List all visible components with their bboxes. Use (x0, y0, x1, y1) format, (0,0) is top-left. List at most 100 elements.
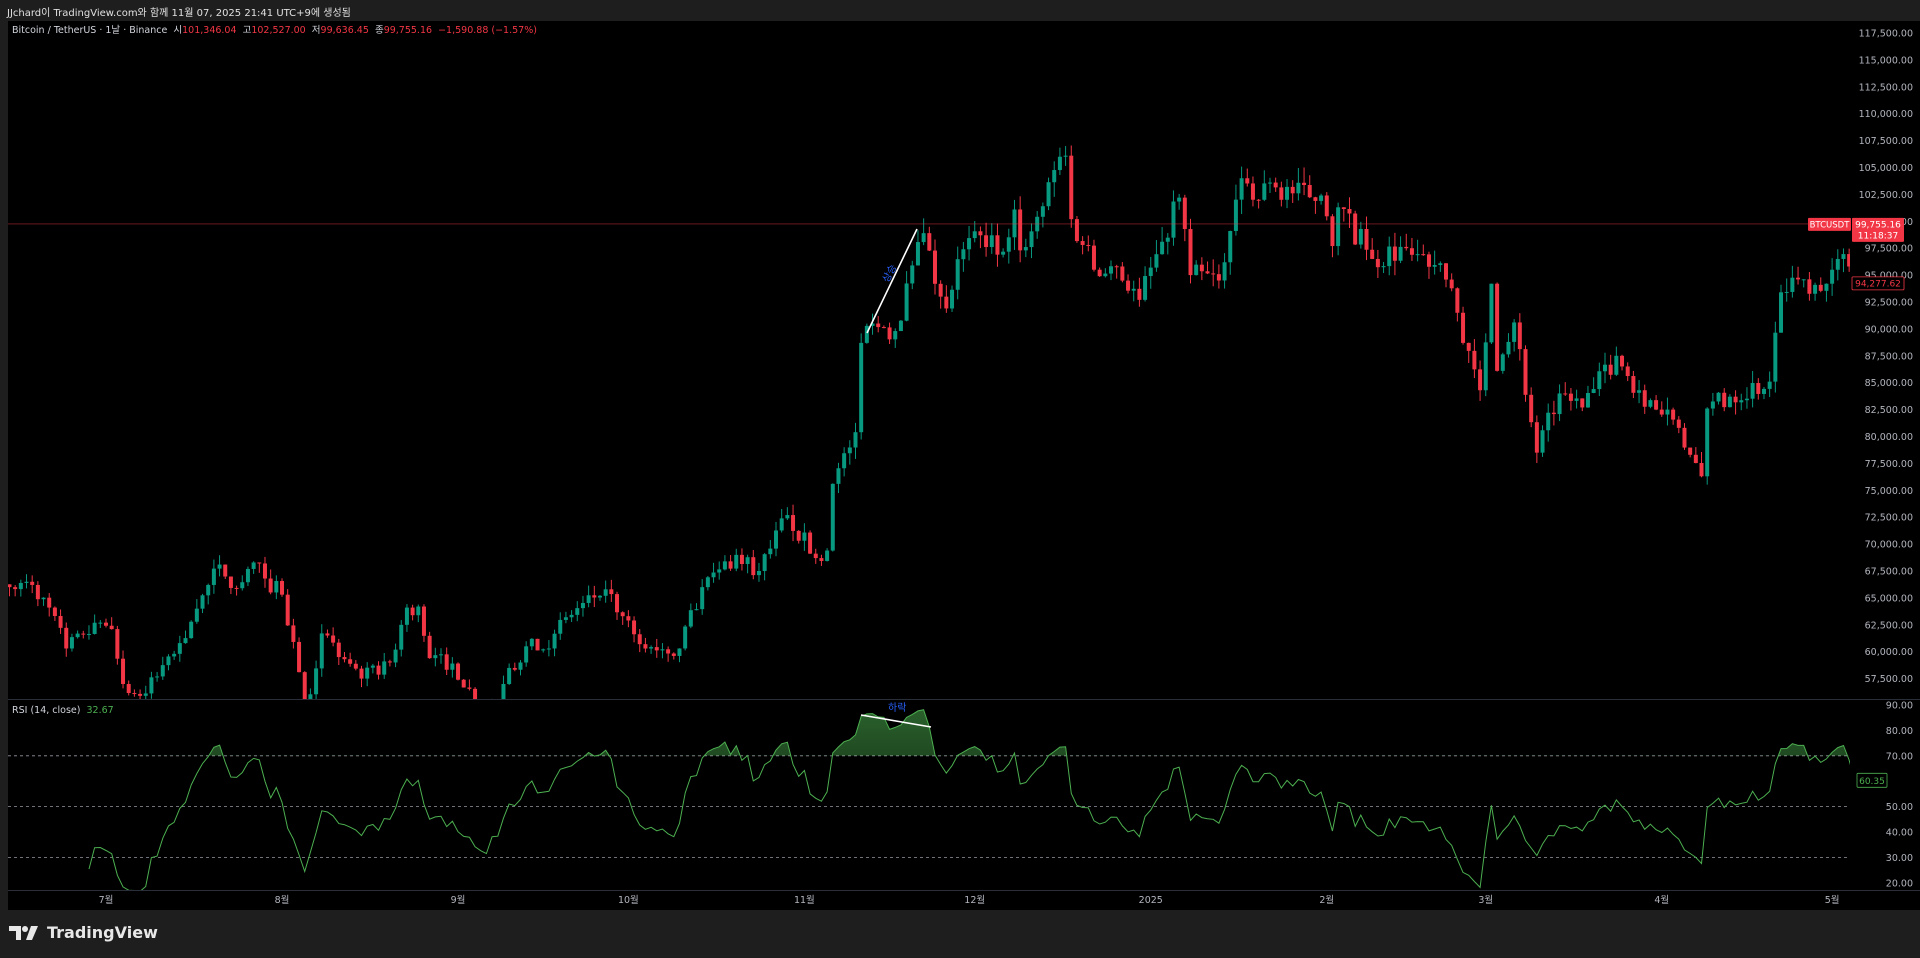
candle (1767, 371, 1772, 398)
candle-body (64, 627, 69, 649)
candle-body (1790, 277, 1795, 292)
symbol-name[interactable]: Bitcoin / TetherUS · 1날 · Binance (12, 25, 167, 36)
candle-body (1103, 273, 1108, 277)
candle (700, 579, 705, 615)
candle (206, 583, 211, 605)
price-tick-label: 102,500.00 (1859, 190, 1913, 201)
candle (615, 591, 620, 620)
candle (41, 597, 46, 606)
candle (1517, 313, 1522, 361)
candle (1080, 236, 1085, 255)
candle (1551, 400, 1556, 426)
candle (1801, 279, 1806, 288)
candle (649, 645, 654, 654)
price-tag: 99,755.16 (1855, 220, 1901, 230)
candle-body (8, 584, 12, 588)
candle-body (859, 342, 864, 433)
candle-body (1387, 246, 1392, 267)
candle (1347, 197, 1352, 228)
candle (779, 509, 784, 533)
candle (1285, 179, 1290, 209)
candle-body (336, 642, 341, 658)
rsi-name[interactable]: RSI (14, close) (12, 705, 80, 716)
candle-body (240, 582, 245, 589)
candle (1744, 387, 1749, 409)
candle (632, 616, 637, 643)
candle (1097, 267, 1102, 277)
candle-body (1659, 409, 1664, 415)
candle-body (86, 633, 91, 635)
candle-body (825, 550, 830, 561)
candle (847, 440, 852, 465)
candle (484, 709, 488, 723)
price-tick-label: 65,000.00 (1865, 593, 1913, 604)
chart-canvas[interactable]: 117,500.00 115,000.00 112,500.00 110,000.00… (8, 21, 1920, 910)
time-tick-label: 5월 (1825, 894, 1840, 906)
price-tick-label: 115,000.00 (1859, 55, 1913, 66)
candle (995, 223, 1000, 267)
chart-area[interactable]: 117,500.00 115,000.00 112,500.00 110,000.00… (8, 21, 1920, 910)
candle (479, 701, 483, 720)
rsi-value: 32.67 (86, 705, 114, 716)
candle (1540, 425, 1545, 457)
tradingview-logo-icon (9, 925, 38, 940)
candle-body (1483, 342, 1488, 391)
candle (728, 555, 733, 571)
candle (563, 611, 568, 624)
candle-body (81, 633, 86, 635)
low-value: 99,636.45 (320, 25, 369, 36)
candle (1137, 277, 1142, 307)
brand-name: TradingView (47, 923, 158, 942)
candle (836, 462, 841, 494)
candle (365, 662, 370, 687)
candle (177, 635, 182, 662)
candle (1177, 193, 1182, 210)
candle-body (586, 595, 591, 603)
candle-body (291, 625, 296, 642)
candle (81, 630, 86, 639)
candle-body (1216, 274, 1221, 281)
candle (1409, 237, 1414, 261)
candle-body (257, 562, 262, 564)
candle (1392, 232, 1397, 276)
candle-body (950, 289, 955, 309)
candle-body (98, 622, 103, 624)
candle (705, 575, 710, 591)
candle-body (1239, 178, 1244, 200)
candle (1654, 395, 1659, 411)
candle (507, 663, 512, 686)
candle (234, 585, 239, 596)
candle (1205, 261, 1210, 275)
candle-body (512, 667, 517, 670)
candle (1358, 221, 1363, 249)
price-tick-label: 67,500.00 (1865, 567, 1913, 578)
candle-body (234, 587, 239, 589)
rsi-tick-label: 90.00 (1886, 701, 1913, 712)
candle-body (1177, 197, 1182, 202)
candle (1455, 287, 1460, 322)
candle (1364, 216, 1369, 261)
candle-body (808, 532, 813, 554)
candle (1614, 346, 1619, 376)
candle-body (1330, 216, 1335, 247)
candle (1529, 387, 1534, 428)
candle (126, 680, 131, 696)
low-label: 저 (311, 25, 321, 36)
candle (1512, 319, 1517, 352)
tradingview-logo[interactable]: TradingView (9, 923, 158, 942)
candle (115, 625, 120, 665)
candle-body (1489, 283, 1494, 343)
candle-body (1654, 400, 1659, 410)
candle-body (643, 644, 648, 649)
candle (859, 333, 864, 440)
candle (694, 603, 699, 611)
candle-body (1472, 350, 1477, 370)
candle-body (1409, 248, 1414, 255)
candle (1563, 382, 1568, 396)
candle-body (1529, 394, 1534, 423)
candle-body (575, 608, 580, 615)
candle (1665, 397, 1670, 426)
high-value: 102,527.00 (251, 25, 306, 36)
open-label: 시 (173, 25, 183, 36)
candle (64, 622, 69, 657)
